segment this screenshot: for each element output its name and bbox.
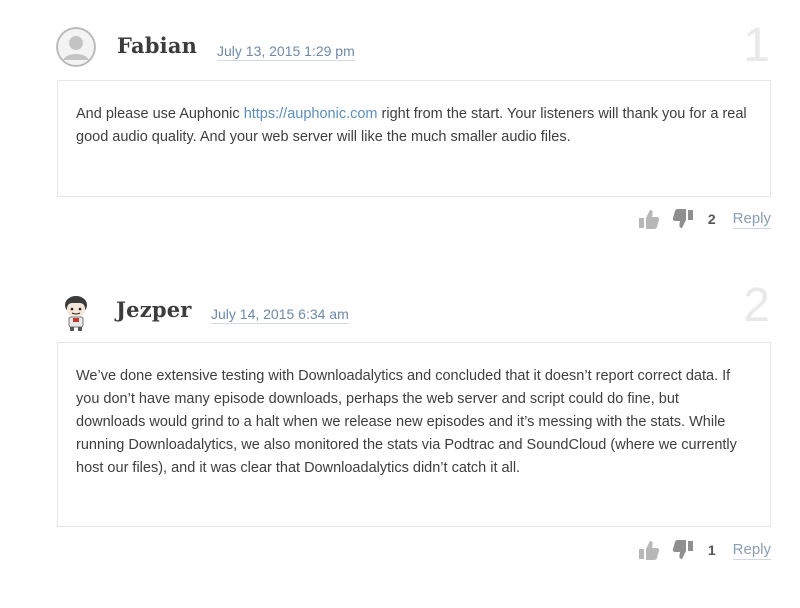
comment-body: And please use Auphonic https://auphonic… — [57, 80, 771, 197]
comment-body: We’ve done extensive testing with Downlo… — [57, 342, 771, 527]
vote-count: 2 — [707, 211, 716, 227]
default-avatar-icon[interactable] — [56, 27, 96, 67]
comment-number: 2 — [743, 279, 770, 332]
comment-text: And please use Auphonic — [76, 106, 244, 122]
auphonic-link[interactable]: https://auphonic.com — [244, 106, 378, 122]
thumbs-down-icon[interactable] — [672, 539, 694, 561]
cartoon-avatar-icon[interactable] — [56, 292, 96, 332]
thumbs-up-icon[interactable] — [638, 539, 660, 561]
thumbs-up-icon[interactable] — [638, 208, 660, 230]
comment-author[interactable]: Jezper — [116, 297, 192, 322]
thumbs-down-icon[interactable] — [672, 208, 694, 230]
comment-date[interactable]: July 14, 2015 6:34 am — [211, 306, 349, 324]
reply-button[interactable]: Reply — [732, 541, 771, 560]
comment-number: 1 — [743, 19, 770, 72]
comment-author[interactable]: Fabian — [117, 33, 197, 58]
comments-section: Fabian July 13, 2015 1:29 pm 1 And pleas… — [0, 0, 800, 608]
reply-button[interactable]: Reply — [732, 210, 771, 229]
vote-count: 1 — [707, 542, 716, 558]
comment-date[interactable]: July 13, 2015 1:29 pm — [217, 43, 355, 61]
comment-text: We’ve done extensive testing with Downlo… — [76, 368, 737, 476]
comment-actions: 1 Reply — [638, 538, 771, 562]
comment-actions: 2 Reply — [638, 207, 771, 231]
